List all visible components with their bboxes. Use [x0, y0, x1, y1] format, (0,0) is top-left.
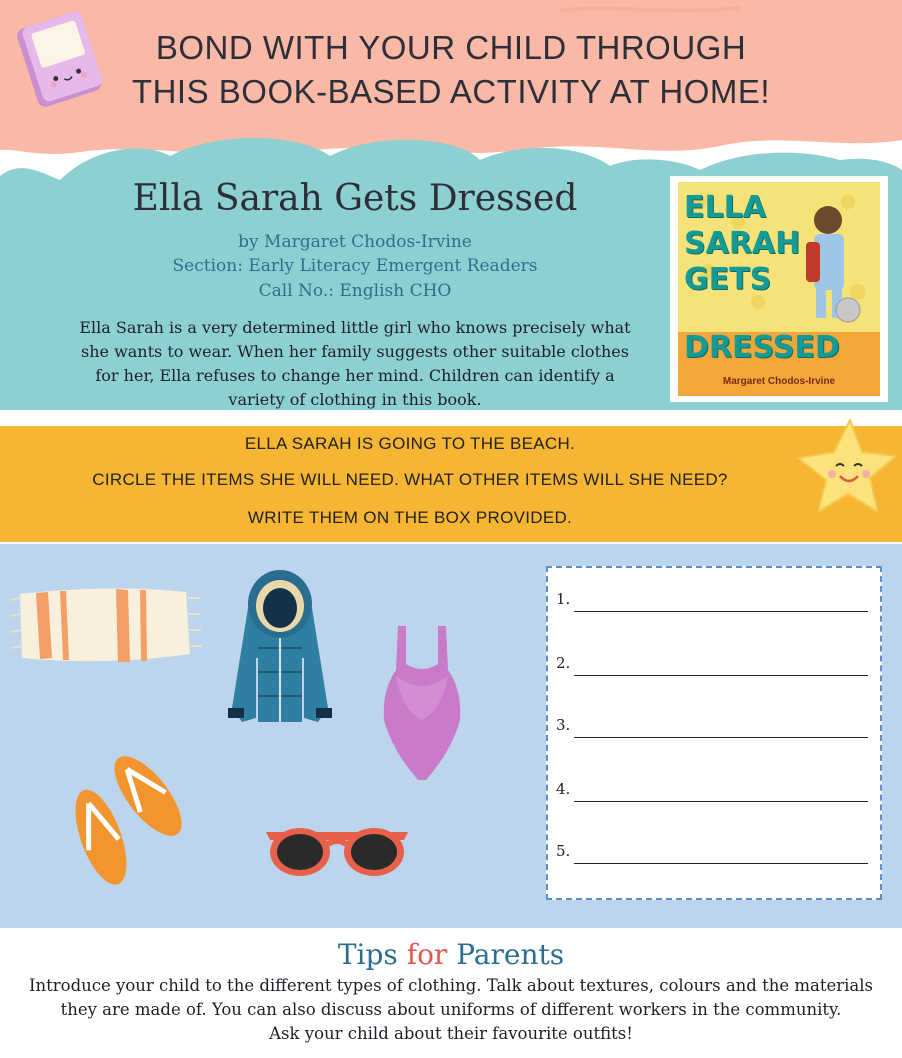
- book-cover: ELLA SARAH GETS DRESSED Margaret Chodos-…: [670, 176, 888, 402]
- instruction-line: WRITE THEM ON THE BOX PROVIDED.: [247, 508, 573, 527]
- book-author: by Margaret Chodos-Irvine: [238, 232, 472, 252]
- book-summary: Ella Sarah is a very determined little g…: [79, 318, 631, 409]
- tips-title: Tips for Parents: [0, 938, 902, 971]
- tips-title-part: Parents: [447, 938, 565, 971]
- tips-title-part: Tips: [337, 938, 407, 971]
- swimsuit-icon[interactable]: [372, 620, 472, 784]
- answer-number: 5.: [556, 842, 571, 860]
- cover-title: ELLA SARAH GETS: [684, 190, 814, 298]
- cover-title-word: ELLA: [684, 190, 766, 225]
- tips-text-line: Introduce your child to the different ty…: [28, 976, 874, 995]
- cover-title-word: GETS: [684, 262, 772, 297]
- tips-title-part: for: [406, 938, 448, 971]
- book-call-number: Call No.: English CHO: [258, 281, 452, 301]
- tips-text-line: they are made of. You can also discuss a…: [60, 1000, 842, 1019]
- answer-number: 2.: [556, 654, 571, 672]
- answer-line-5[interactable]: 5.: [556, 842, 868, 866]
- page-title-line1: BOND WITH YOUR CHILD THROUGH: [155, 29, 747, 66]
- book-section: Section: Early Literacy Emergent Readers: [172, 256, 538, 276]
- sunglasses-icon[interactable]: [262, 822, 412, 882]
- answer-line-3[interactable]: 3.: [556, 716, 868, 740]
- winter-jacket-icon[interactable]: [218, 568, 342, 730]
- instruction-line: CIRCLE THE ITEMS SHE WILL NEED. WHAT OTH…: [92, 470, 728, 489]
- instruction-line: ELLA SARAH IS GOING TO THE BEACH.: [244, 434, 576, 453]
- book-title: Ella Sarah Gets Dressed: [132, 178, 578, 219]
- cover-author: Margaret Chodos-Irvine: [722, 376, 836, 387]
- tips-text: Introduce your child to the different ty…: [20, 974, 882, 1046]
- answer-line-2[interactable]: 2.: [556, 654, 868, 678]
- flip-flops-icon[interactable]: [64, 744, 188, 894]
- cover-title-word: SARAH: [684, 226, 801, 261]
- star-icon: [797, 419, 897, 513]
- answer-number: 3.: [556, 716, 571, 734]
- answer-line-1[interactable]: 1.: [556, 590, 868, 614]
- answer-number: 1.: [556, 590, 571, 608]
- page-title-line2: THIS BOOK-BASED ACTIVITY AT HOME!: [131, 73, 771, 110]
- tips-text-line: Ask your child about their favourite out…: [269, 1024, 633, 1043]
- cover-title-word: DRESSED: [684, 330, 840, 365]
- answer-number: 4.: [556, 780, 571, 798]
- page-title: BOND WITH YOUR CHILD THROUGH THIS BOOK-B…: [0, 26, 902, 114]
- answer-line-4[interactable]: 4.: [556, 780, 868, 804]
- towel-icon[interactable]: [6, 584, 206, 668]
